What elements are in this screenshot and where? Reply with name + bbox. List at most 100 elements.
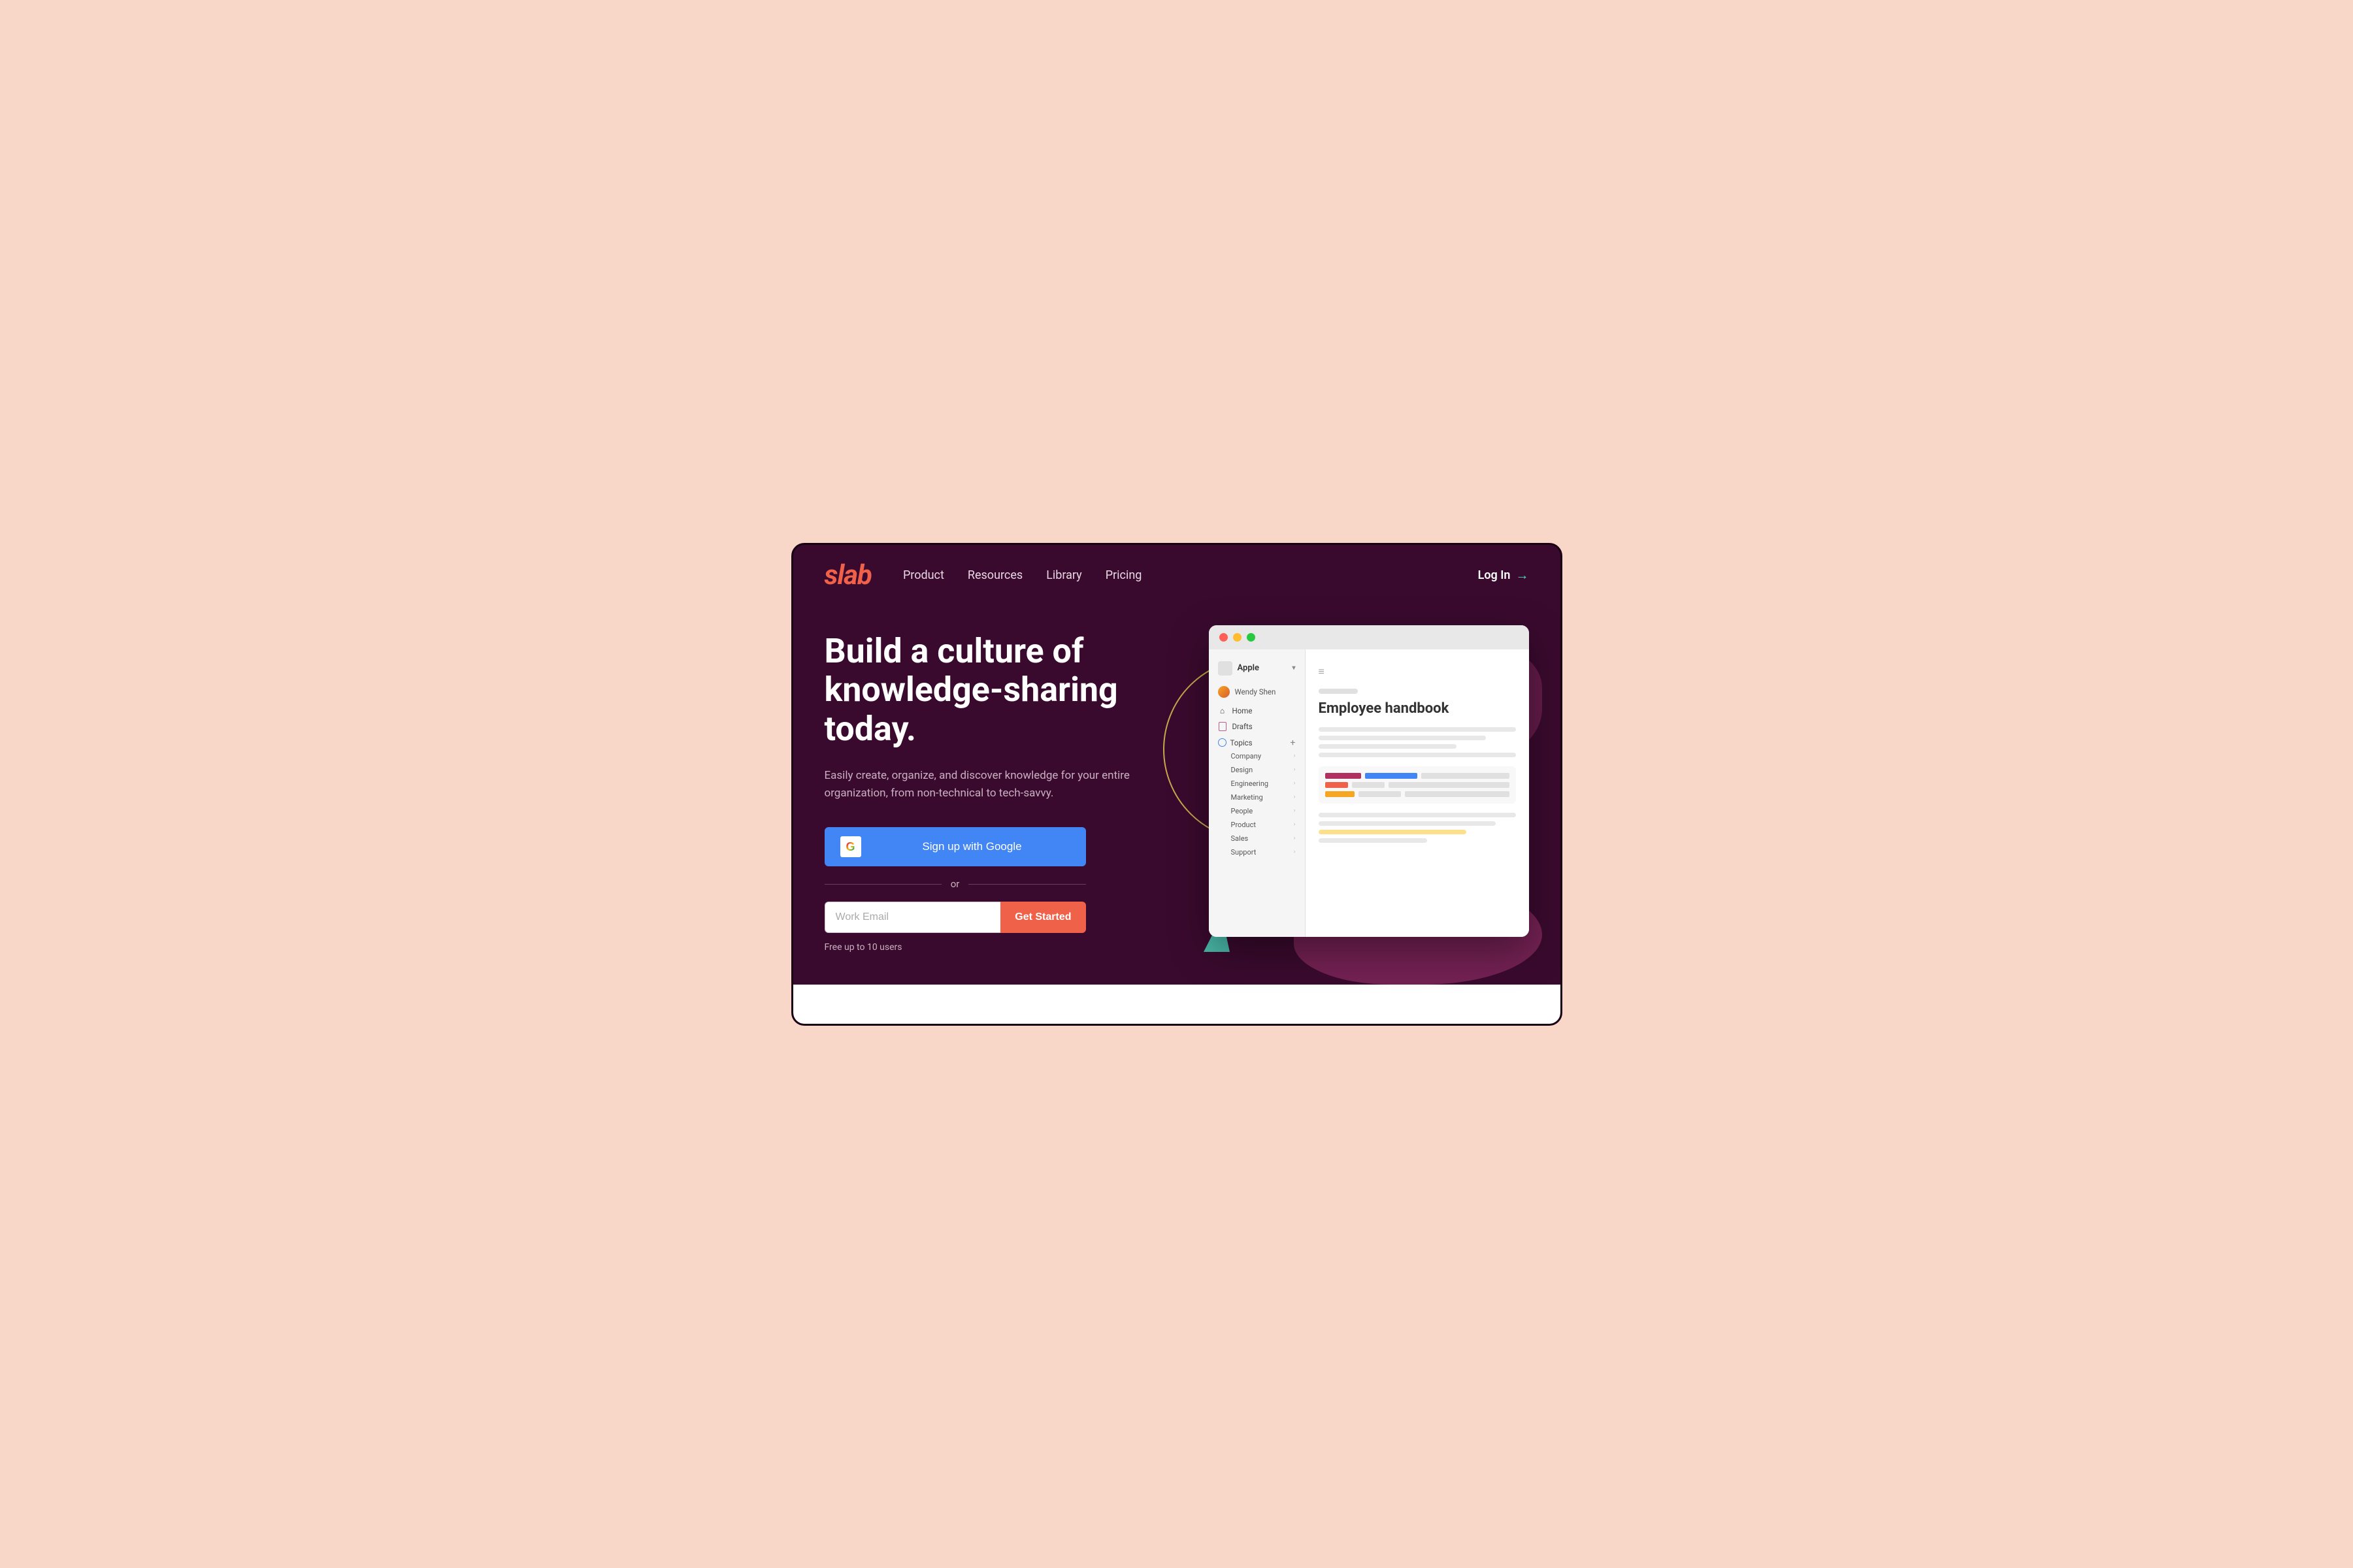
topic-support-label: Support: [1231, 848, 1257, 857]
google-g-letter: G: [846, 840, 855, 854]
sidebar-item-product[interactable]: Product ›: [1218, 818, 1296, 832]
chevron-icon: ›: [1294, 753, 1296, 759]
bar-yellow: [1325, 791, 1355, 797]
workspace-name: Apple: [1238, 663, 1260, 673]
sidebar: Apple ▾ Wendy Shen ⌂: [1209, 649, 1306, 937]
bottom-strip: [793, 985, 1560, 1024]
skeleton-line: [1319, 736, 1487, 740]
navbar: slab Product Resources Library Pricing L…: [793, 545, 1560, 606]
topic-engineering-label: Engineering: [1231, 779, 1269, 788]
nav-item-library[interactable]: Library: [1046, 568, 1082, 582]
mini-chart: [1319, 766, 1516, 804]
topics-icon: [1218, 738, 1226, 747]
chevron-icon: ›: [1294, 780, 1296, 787]
hero-title: Build a culture of knowledge-sharing tod…: [825, 632, 1191, 749]
or-text: or: [951, 878, 960, 890]
bar-blue: [1365, 773, 1417, 779]
drafts-icon: [1218, 722, 1227, 731]
traffic-light-green[interactable]: [1247, 633, 1255, 642]
chevron-icon: ›: [1294, 835, 1296, 841]
menu-icon[interactable]: ≡: [1319, 665, 1516, 678]
nav-links: Product Resources Library Pricing: [903, 568, 1142, 582]
topic-company-label: Company: [1231, 752, 1262, 760]
bar-orange: [1325, 782, 1348, 788]
bar-red: [1325, 773, 1361, 779]
sidebar-item-people[interactable]: People ›: [1218, 804, 1296, 818]
sidebar-item-home[interactable]: ⌂ Home: [1209, 703, 1305, 719]
topic-design-label: Design: [1231, 766, 1253, 774]
sidebar-item-company[interactable]: Company ›: [1218, 749, 1296, 763]
skeleton-line: [1319, 813, 1516, 817]
sidebar-drafts-label: Drafts: [1232, 722, 1253, 731]
user-name: Wendy Shen: [1235, 687, 1276, 696]
hero-section: Build a culture of knowledge-sharing tod…: [793, 606, 1560, 985]
get-started-button[interactable]: Get Started: [1000, 902, 1085, 933]
doc-title-skeleton: [1319, 689, 1358, 694]
email-input[interactable]: [825, 902, 1001, 933]
chevron-icon: ›: [1294, 849, 1296, 855]
chevron-icon: ›: [1294, 766, 1296, 773]
google-signup-button[interactable]: G Sign up with Google: [825, 827, 1086, 866]
divider-line-left: [825, 884, 942, 885]
chevron-icon: ›: [1294, 808, 1296, 814]
app-window: Apple ▾ Wendy Shen ⌂: [1209, 625, 1529, 937]
bar-gray: [1352, 782, 1385, 788]
nav-item-resources[interactable]: Resources: [968, 568, 1023, 582]
sidebar-home-label: Home: [1232, 706, 1253, 715]
sidebar-item-support[interactable]: Support ›: [1218, 845, 1296, 859]
logo: slab: [825, 559, 872, 591]
topics-label: Topics: [1230, 738, 1253, 747]
main-content: ≡ Employee handbook: [1306, 649, 1529, 937]
hero-subtitle: Easily create, organize, and discover kn…: [825, 767, 1138, 802]
topic-people-label: People: [1231, 807, 1253, 815]
home-icon: ⌂: [1218, 706, 1227, 715]
skeleton-line: [1319, 727, 1516, 732]
skeleton-line: [1319, 821, 1496, 826]
avatar: [1218, 686, 1230, 698]
nav-item-product[interactable]: Product: [903, 568, 944, 582]
bar-rest: [1405, 791, 1509, 797]
sidebar-item-engineering[interactable]: Engineering ›: [1218, 777, 1296, 791]
window-body: Apple ▾ Wendy Shen ⌂: [1209, 649, 1529, 937]
sidebar-user: Wendy Shen: [1209, 683, 1305, 703]
topic-product-label: Product: [1231, 821, 1256, 829]
google-icon: G: [840, 836, 861, 857]
workspace-chevron-icon: ▾: [1292, 664, 1295, 672]
window-titlebar: [1209, 625, 1529, 649]
topic-sales-label: Sales: [1231, 834, 1249, 843]
skeleton-line: [1319, 744, 1456, 749]
traffic-light-red[interactable]: [1219, 633, 1228, 642]
email-form: Get Started: [825, 902, 1086, 933]
bar-gray: [1358, 791, 1401, 797]
sidebar-item-drafts[interactable]: Drafts: [1209, 719, 1305, 734]
workspace-icon: [1218, 661, 1232, 676]
skeleton-line: [1319, 838, 1427, 843]
or-divider: or: [825, 878, 1086, 890]
skeleton-line: [1319, 753, 1516, 757]
bar-rest: [1421, 773, 1509, 779]
topics-section: Topics + Company › Design ›: [1209, 734, 1305, 862]
hero-right: Apple ▾ Wendy Shen ⌂: [1191, 619, 1528, 985]
chart-row-1: [1325, 773, 1509, 779]
screen-wrapper: slab Product Resources Library Pricing L…: [791, 543, 1562, 1026]
bar-rest: [1389, 782, 1509, 788]
topic-marketing-label: Marketing: [1231, 793, 1263, 802]
doc-title: Employee handbook: [1319, 700, 1516, 717]
sidebar-item-sales[interactable]: Sales ›: [1218, 832, 1296, 845]
divider-line-right: [968, 884, 1085, 885]
sidebar-item-marketing[interactable]: Marketing ›: [1218, 791, 1296, 804]
sidebar-workspace[interactable]: Apple ▾: [1209, 657, 1305, 683]
sidebar-item-design[interactable]: Design ›: [1218, 763, 1296, 777]
hero-left: Build a culture of knowledge-sharing tod…: [825, 619, 1191, 985]
login-button[interactable]: Log In →: [1478, 567, 1529, 583]
free-users-text: Free up to 10 users: [825, 942, 1191, 953]
nav-item-pricing[interactable]: Pricing: [1106, 568, 1142, 582]
chevron-icon: ›: [1294, 821, 1296, 828]
google-btn-label: Sign up with Google: [874, 840, 1070, 853]
chart-row-2: [1325, 782, 1509, 788]
topics-add-button[interactable]: +: [1291, 738, 1296, 748]
traffic-light-yellow[interactable]: [1233, 633, 1242, 642]
chevron-icon: ›: [1294, 794, 1296, 800]
skeleton-line: [1319, 830, 1467, 834]
login-arrow-icon: →: [1516, 567, 1529, 583]
